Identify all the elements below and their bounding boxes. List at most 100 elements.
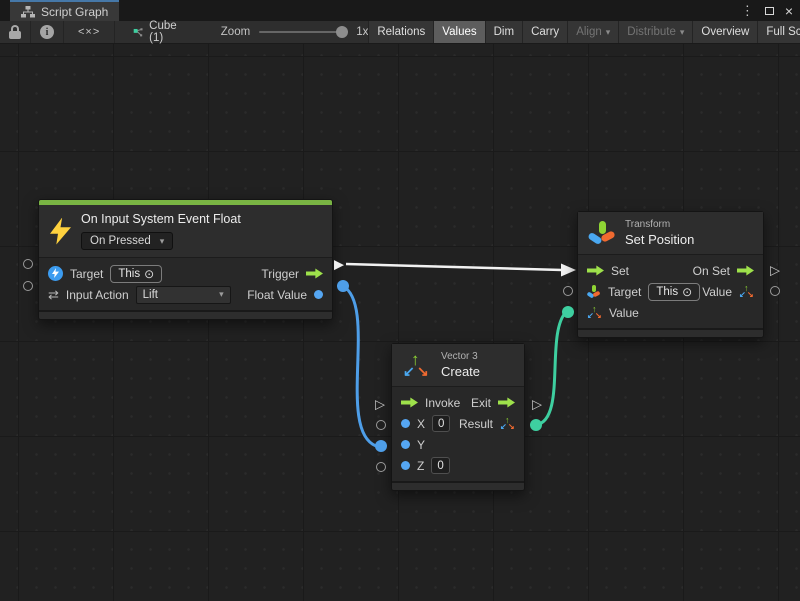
node-title: Create — [441, 364, 480, 379]
input-system-icon — [48, 266, 63, 281]
x-port-label: X — [417, 417, 425, 431]
event-mode-dropdown[interactable]: On Pressed ▾ — [81, 232, 173, 250]
node-vector3-create[interactable]: ↑↙↘ Vector 3 Create Invoke Exit — [391, 343, 525, 491]
port-row-value-in: ↑↙↘ Value — [578, 302, 763, 323]
event-node-body: Target This ⊙ Trigger ⇄ Input Actio — [39, 258, 332, 310]
fullscreen-button[interactable]: Full Screen — [757, 21, 800, 43]
port-create-exit-out[interactable]: ▷ — [532, 398, 542, 411]
chevron-down-icon: ▾ — [680, 27, 685, 38]
target-object-field[interactable]: This ⊙ — [110, 265, 162, 283]
zoom-value: 1x — [356, 26, 368, 38]
port-set-target-in[interactable] — [563, 286, 573, 296]
port-row-target-trigger: Target This ⊙ Trigger — [39, 263, 332, 284]
relations-button[interactable]: Relations — [368, 21, 433, 43]
trigger-port-label: Trigger — [261, 267, 299, 281]
maximize-icon[interactable] — [765, 7, 774, 15]
z-value-field[interactable]: 0 — [431, 457, 449, 474]
wire-trigger-arrowhead — [561, 264, 576, 277]
input-action-dropdown[interactable]: Lift ▾ — [136, 286, 231, 304]
node-title: Set Position — [625, 232, 694, 247]
zoom-slider-knob[interactable] — [336, 26, 348, 38]
overview-button[interactable]: Overview — [692, 21, 757, 43]
flow-arrow-icon — [498, 397, 515, 409]
code-preview-button[interactable]: <×> — [64, 21, 115, 43]
chevron-down-icon: ▾ — [160, 236, 165, 247]
carry-button[interactable]: Carry — [522, 21, 567, 43]
chevron-down-icon: ▾ — [219, 289, 224, 300]
set-port-label: Set — [611, 264, 629, 278]
graph-canvas[interactable]: On Input System Event Float On Pressed ▾… — [0, 44, 800, 601]
graph-hierarchy-icon — [21, 6, 35, 18]
node-on-input-system-event-float[interactable]: On Input System Event Float On Pressed ▾… — [38, 199, 333, 320]
node-transform-set-position[interactable]: Transform Set Position Set On Set — [577, 211, 764, 338]
window-controls: ⋮ × — [741, 0, 793, 21]
flow-arrow-icon — [737, 265, 754, 277]
input-action-port-label: Input Action — [66, 288, 129, 302]
value-dot-icon — [401, 461, 410, 470]
z-port-label: Z — [417, 459, 424, 473]
vector3-icon: ↑↙↘ — [587, 305, 602, 320]
x-value-field[interactable]: 0 — [432, 415, 450, 432]
object-picker-icon: ⊙ — [682, 285, 692, 299]
flow-arrow-icon — [587, 265, 604, 277]
tab-script-graph[interactable]: Script Graph — [10, 0, 119, 21]
target-port-label: Target — [70, 267, 103, 281]
port-set-value-in[interactable] — [562, 306, 574, 318]
value-dot-icon — [314, 290, 323, 299]
distribute-button[interactable]: Distribute ▾ — [618, 21, 692, 43]
lock-button[interactable] — [0, 21, 31, 43]
port-create-y-in[interactable] — [375, 440, 387, 452]
lock-icon — [9, 25, 21, 39]
info-icon: i — [40, 25, 54, 39]
info-button[interactable]: i — [31, 21, 64, 43]
port-create-result-out[interactable] — [530, 419, 542, 431]
create-node-header[interactable]: ↑↙↘ Vector 3 Create — [392, 344, 524, 387]
align-button[interactable]: Align ▾ — [567, 21, 618, 43]
more-menu-icon[interactable]: ⋮ — [741, 4, 754, 17]
set-node-header[interactable]: Transform Set Position — [578, 212, 763, 255]
target-port-label: Target — [608, 285, 641, 299]
value-in-port-label: Value — [609, 306, 639, 320]
result-port-label: Result — [459, 417, 493, 431]
vector3-icon: ↑↙↘ — [500, 416, 515, 431]
dim-button[interactable]: Dim — [485, 21, 522, 43]
flow-arrow-icon — [401, 397, 418, 409]
port-row-invoke-exit: Invoke Exit — [392, 392, 524, 413]
node-category: Transform — [625, 219, 694, 230]
port-set-onset-out[interactable]: ▷ — [770, 264, 780, 277]
object-picker-icon: ⊙ — [144, 267, 154, 281]
port-event-target-in[interactable] — [23, 259, 33, 269]
y-port-label: Y — [417, 438, 425, 452]
breadcrumb[interactable]: Cube (1) — [133, 21, 181, 43]
chevron-down-icon: ▾ — [606, 27, 611, 38]
port-event-floatvalue-out[interactable] — [337, 280, 349, 292]
transform-gizmo-icon — [589, 220, 615, 247]
toolbar-buttons: Relations Values Dim Carry Align ▾ Distr… — [368, 21, 800, 43]
vector3-icon: ↑↙↘ — [403, 351, 431, 379]
close-icon[interactable]: × — [785, 4, 793, 18]
values-button[interactable]: Values — [433, 21, 484, 43]
port-event-trigger-out[interactable]: ▶ — [334, 258, 344, 271]
target-object-field[interactable]: This ⊙ — [648, 283, 700, 301]
breadcrumb-label: Cube (1) — [149, 20, 181, 44]
on-set-port-label: On Set — [693, 264, 730, 278]
value-dot-icon — [401, 440, 410, 449]
graph-node-icon — [133, 26, 143, 39]
port-create-x-in[interactable] — [376, 420, 386, 430]
zoom-slider[interactable] — [259, 31, 347, 33]
port-set-value-out[interactable] — [770, 286, 780, 296]
zoom-control: Zoom 1x — [221, 21, 369, 43]
port-row-target-value: Target This ⊙ Value ↑↙↘ — [578, 281, 763, 302]
port-event-inputaction-in[interactable] — [23, 281, 33, 291]
float-value-port-label: Float Value — [247, 288, 307, 302]
script-graph-window: Script Graph ⋮ × i <×> Cube (1) Zoom — [0, 0, 800, 601]
port-create-invoke-in[interactable]: ▷ — [375, 398, 385, 411]
node-title: On Input System Event Float — [81, 212, 241, 226]
event-node-header[interactable]: On Input System Event Float On Pressed ▾ — [39, 205, 332, 258]
zoom-label: Zoom — [221, 26, 250, 38]
wire-trigger-to-set — [346, 264, 562, 270]
tab-bar: Script Graph ⋮ × — [0, 0, 800, 21]
wire-floatvalue-to-y — [343, 286, 376, 446]
port-create-z-in[interactable] — [376, 462, 386, 472]
vector3-icon: ↑↙↘ — [739, 284, 754, 299]
